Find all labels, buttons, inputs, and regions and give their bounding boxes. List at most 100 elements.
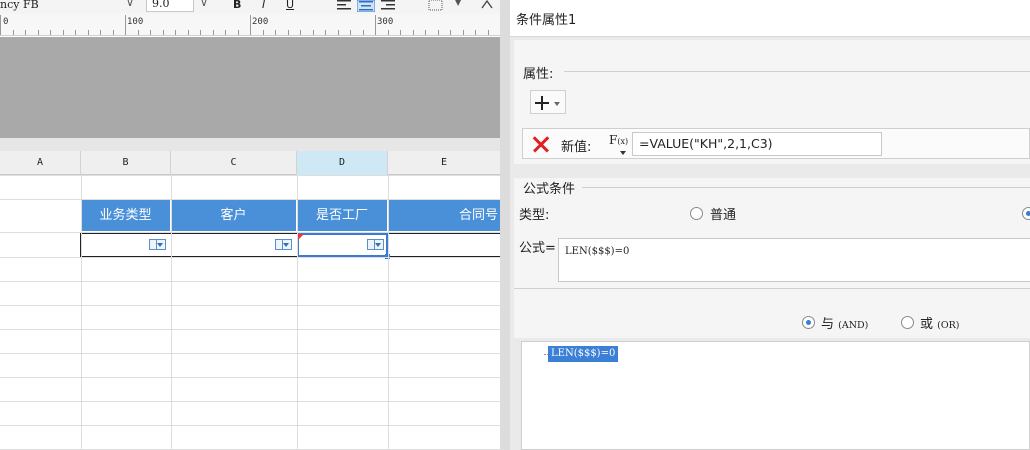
panel-title-bar: 条件属性1 <box>510 0 1030 37</box>
ruler-tick <box>50 30 51 35</box>
ruler-tick <box>250 15 251 35</box>
ruler-tick <box>137 30 139 35</box>
border-icon[interactable] <box>428 0 444 11</box>
ruler-tick <box>125 15 126 35</box>
grid-column-line <box>171 175 172 450</box>
ruler-label: 0 <box>3 17 9 27</box>
column-header-b[interactable]: B <box>81 151 171 175</box>
spreadsheet-area: ncy FB ∨ 9.0 ∨ B I U ▼ 0 100 200 300 A B C <box>0 0 500 450</box>
grid-row-line <box>0 425 500 426</box>
plus-icon-vertical <box>541 96 543 110</box>
or-sub: (OR) <box>937 320 960 331</box>
fx-dropdown-icon[interactable] <box>620 151 626 155</box>
grid-column-line <box>388 175 389 450</box>
cell-b3[interactable] <box>82 233 171 257</box>
ruler-tick <box>200 30 201 35</box>
grid-column-line <box>81 175 82 450</box>
ruler-tick <box>350 30 351 35</box>
ruler-tick <box>412 30 414 35</box>
grid-row-line <box>0 377 500 378</box>
column-header-row: A B C D E <box>0 151 500 175</box>
attributes-group: 属性: 新值: F(x) =VALUE("KH",2,1,C3) <box>514 40 1030 164</box>
ruler-tick <box>475 30 476 35</box>
type-normal-radio[interactable] <box>690 207 703 220</box>
grid-row-line <box>0 305 500 306</box>
type-formula-radio[interactable] <box>1022 207 1030 220</box>
formula-fx-icon[interactable]: F(x) <box>609 133 628 147</box>
ruler-tick <box>225 30 226 35</box>
dropdown-widget-icon[interactable] <box>367 239 384 250</box>
panel-title: 条件属性1 <box>516 13 577 28</box>
header-cell-is-factory[interactable]: 是否工厂 <box>297 200 388 231</box>
cell-c3[interactable] <box>172 233 297 257</box>
ruler-tick <box>75 30 76 35</box>
header-cell-customer[interactable]: 客户 <box>171 200 297 231</box>
column-header-e[interactable]: E <box>388 151 500 175</box>
dropdown-widget-icon[interactable] <box>149 239 166 250</box>
ruler-tick <box>312 30 314 35</box>
type-normal-label[interactable]: 普通 <box>710 204 736 223</box>
group-divider <box>582 187 1030 188</box>
ruler-tick <box>275 30 276 35</box>
attributes-label: 属性: <box>523 67 554 82</box>
grid-row-line <box>0 232 500 233</box>
column-header-a[interactable]: A <box>0 151 81 175</box>
cell-d3-selected[interactable] <box>297 233 390 259</box>
ruler-tick <box>112 30 114 35</box>
ruler-tick <box>437 30 439 35</box>
new-value-input[interactable]: =VALUE("KH",2,1,C3) <box>632 132 882 156</box>
delete-icon[interactable] <box>532 135 550 153</box>
border-dropdown-icon[interactable]: ▼ <box>455 0 461 7</box>
formula-text: LEN($$$)=0 <box>565 246 630 257</box>
ruler-tick <box>150 30 151 35</box>
align-left-icon[interactable] <box>336 0 352 10</box>
font-name-dropdown-icon[interactable]: ∨ <box>126 0 134 9</box>
grid-row-line <box>0 353 500 354</box>
format-toolbar: ncy FB ∨ 9.0 ∨ B I U ▼ <box>0 0 500 14</box>
add-attribute-button[interactable] <box>530 90 566 114</box>
ruler-tick <box>25 30 26 35</box>
bold-button[interactable]: B <box>233 0 241 13</box>
formula-input[interactable]: LEN($$$)=0 <box>558 238 1030 282</box>
ruler-tick <box>300 30 301 35</box>
group-divider <box>514 288 1030 289</box>
ruler-tick <box>425 30 426 35</box>
fx-sub: (x) <box>617 137 629 146</box>
condition-tree[interactable]: LEN($$$)=0 <box>521 341 1030 450</box>
font-name-select[interactable]: ncy FB <box>0 0 39 13</box>
header-cell-contract-no[interactable]: 合同号 <box>388 200 500 231</box>
column-header-d[interactable]: D <box>297 151 388 175</box>
ruler-tick <box>0 15 1 35</box>
italic-button[interactable]: I <box>262 0 265 13</box>
ruler-tick <box>162 30 164 35</box>
ruler-tick <box>287 30 289 35</box>
formula-label: 公式= <box>519 241 556 256</box>
font-size-select[interactable]: 9.0 <box>146 0 194 12</box>
panel-divider[interactable] <box>500 0 510 450</box>
ruler-label: 200 <box>252 17 269 27</box>
group-divider <box>564 71 1030 72</box>
column-header-c[interactable]: C <box>171 151 297 175</box>
ruler-tick <box>387 30 389 35</box>
underline-button[interactable]: U <box>286 0 294 13</box>
or-radio[interactable] <box>901 316 914 329</box>
and-label[interactable]: 与 (AND) <box>821 313 868 332</box>
align-center-icon[interactable] <box>357 0 375 12</box>
comment-marker-icon <box>298 234 304 240</box>
ruler-tick <box>87 30 89 35</box>
dropdown-widget-icon[interactable] <box>275 239 292 250</box>
logic-operator-bar: 与 (AND) 或 (OR) <box>514 288 1030 338</box>
ruler-tick <box>187 30 189 35</box>
align-right-icon[interactable] <box>380 0 396 10</box>
fill-color-icon[interactable] <box>480 0 494 10</box>
and-radio[interactable] <box>802 316 815 329</box>
tree-node-selected[interactable]: LEN($$$)=0 <box>548 346 619 362</box>
new-value-attribute-row: 新值: F(x) =VALUE("KH",2,1,C3) <box>522 128 1030 159</box>
or-label[interactable]: 或 (OR) <box>920 313 960 332</box>
page-margin-edge <box>0 138 500 151</box>
ruler-tick <box>12 30 14 35</box>
ruler: 0 100 200 300 <box>0 14 500 36</box>
grid-row-line <box>0 257 500 258</box>
font-size-dropdown-icon[interactable]: ∨ <box>200 0 208 9</box>
header-cell-business-type[interactable]: 业务类型 <box>81 200 171 231</box>
